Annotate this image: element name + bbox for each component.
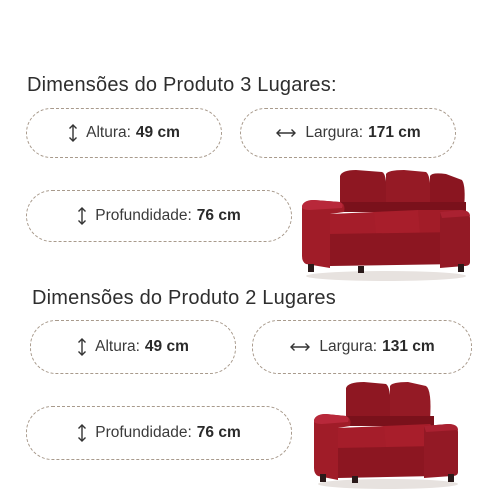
depth-value: 76 cm — [196, 424, 241, 441]
section-2-title: Dimensões do Produto 2 Lugares — [32, 287, 336, 309]
depth-value: 76 cm — [196, 207, 241, 224]
vertical-arrow-icon — [68, 123, 78, 143]
width-pill-2: Largura: 131 cm — [252, 320, 472, 374]
height-pill-3: Altura: 49 cm — [26, 108, 222, 158]
height-value: 49 cm — [135, 124, 180, 141]
depth-label: Profundidade: — [95, 424, 192, 441]
width-pill-3: Largura: 171 cm — [240, 108, 456, 158]
sofa-2-seats-image — [314, 382, 458, 489]
sofa-3-seats-image — [302, 170, 470, 281]
height-pill-2: Altura: 49 cm — [30, 320, 236, 374]
depth-pill-2: Profundidade: 76 cm — [26, 406, 292, 460]
height-label: Altura: — [95, 338, 140, 355]
width-label: Largura: — [319, 338, 378, 355]
section-3-title: Dimensões do Produto 3 Lugares: — [27, 74, 337, 96]
width-value: 131 cm — [382, 338, 435, 355]
depth-pill-3: Profundidade: 76 cm — [26, 190, 292, 242]
width-value: 171 cm — [368, 124, 421, 141]
height-value: 49 cm — [144, 338, 189, 355]
depth-label: Profundidade: — [95, 207, 192, 224]
vertical-arrow-icon — [77, 206, 87, 226]
height-label: Altura: — [86, 124, 131, 141]
vertical-arrow-icon — [77, 337, 87, 357]
horizontal-arrow-icon — [275, 128, 297, 138]
horizontal-arrow-icon — [289, 342, 311, 352]
vertical-arrow-icon — [77, 423, 87, 443]
width-label: Largura: — [305, 124, 364, 141]
